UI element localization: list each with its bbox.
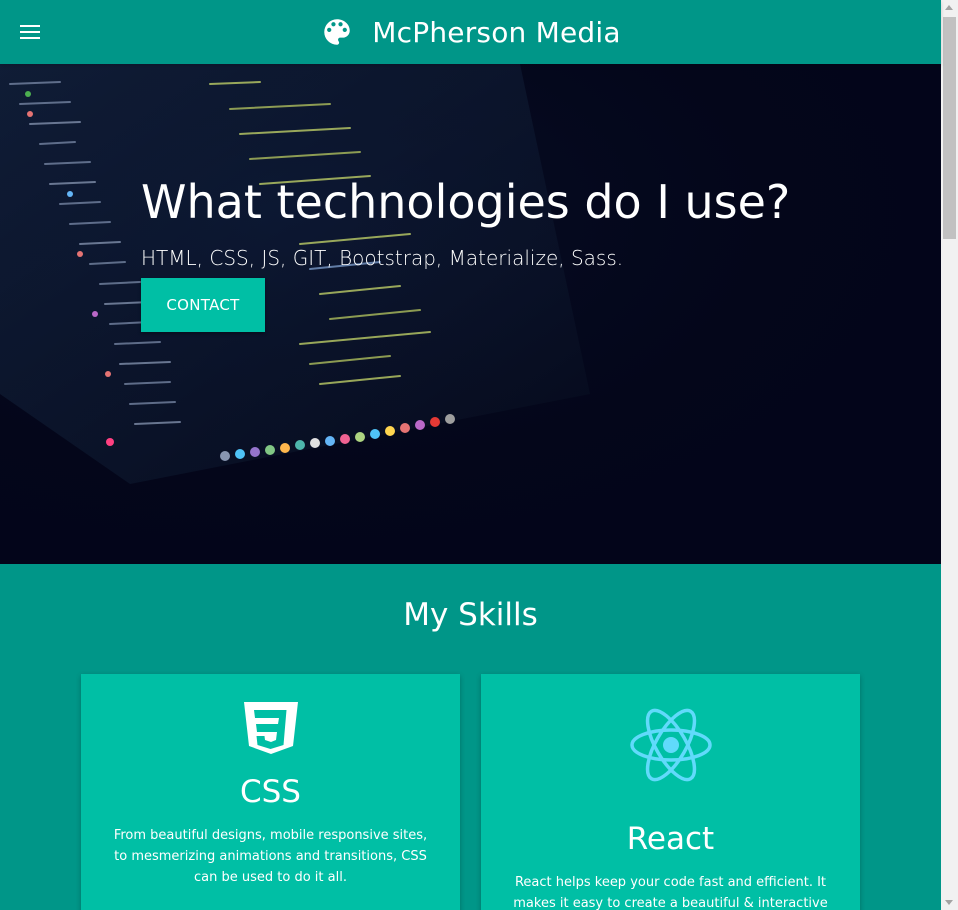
- react-icon: [629, 708, 712, 782]
- card-description: React helps keep your code fast and effi…: [513, 875, 828, 910]
- brand-logo[interactable]: McPherson Media: [320, 15, 620, 49]
- palette-icon: [324, 19, 351, 45]
- scroll-up-arrow-icon[interactable]: [945, 5, 953, 10]
- page: McPherson Media What technologies do I u…: [0, 0, 958, 910]
- scroll-down-arrow-icon[interactable]: [945, 900, 953, 905]
- contact-button[interactable]: CONTACT: [141, 278, 265, 332]
- card-title: CSS: [239, 774, 301, 810]
- hero-section: What technologies do I use? HTML, CSS, J…: [0, 64, 941, 564]
- card-title: React: [626, 821, 715, 857]
- page-scrollbar[interactable]: [941, 0, 958, 910]
- hero-content: What technologies do I use? HTML, CSS, J…: [141, 172, 790, 332]
- skill-card-css: CSS From beautiful designs, mobile respo…: [81, 674, 460, 910]
- css3-icon: [243, 702, 298, 754]
- hero-title: What technologies do I use?: [141, 175, 791, 229]
- card-description: From beautiful designs, mobile responsiv…: [113, 828, 428, 885]
- hamburger-menu-icon[interactable]: [20, 25, 40, 39]
- skills-title: My Skills: [403, 597, 538, 633]
- brand-name: McPherson Media: [372, 15, 621, 49]
- hero-subtitle: HTML, CSS, JS, GIT, Bootstrap, Materiali…: [141, 246, 624, 270]
- skill-card-react: React React helps keep your code fast an…: [481, 674, 860, 910]
- skills-section: My Skills CSS From beautiful designs, mo…: [0, 564, 941, 910]
- top-navbar: McPherson Media: [0, 0, 941, 64]
- scrollbar-thumb[interactable]: [943, 17, 956, 239]
